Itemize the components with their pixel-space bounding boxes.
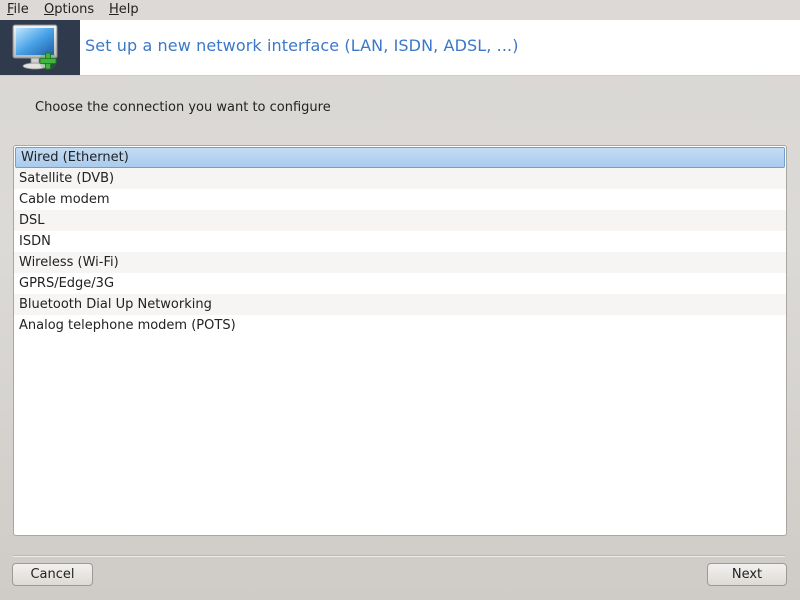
list-item-gprs-edge-3g[interactable]: GPRS/Edge/3G <box>14 273 786 294</box>
list-item-analog-modem[interactable]: Analog telephone modem (POTS) <box>14 315 786 336</box>
menu-file[interactable]: File <box>7 1 29 19</box>
menu-file-label: ile <box>13 2 29 17</box>
list-item-wired-ethernet[interactable]: Wired (Ethernet) <box>15 147 785 168</box>
menu-help[interactable]: Help <box>109 1 139 19</box>
list-item-bluetooth-dun[interactable]: Bluetooth Dial Up Networking <box>14 294 786 315</box>
menu-help-label: elp <box>118 2 139 17</box>
footer-separator <box>13 555 785 557</box>
list-item-satellite-dvb[interactable]: Satellite (DVB) <box>14 168 786 189</box>
menu-options-label: ptions <box>54 2 95 17</box>
list-item-dsl[interactable]: DSL <box>14 210 786 231</box>
network-monitor-add-icon <box>12 24 58 70</box>
list-item-cable-modem[interactable]: Cable modem <box>14 189 786 210</box>
list-item-isdn[interactable]: ISDN <box>14 231 786 252</box>
header-banner: Set up a new network interface (LAN, ISD… <box>0 20 800 76</box>
page-title: Set up a new network interface (LAN, ISD… <box>85 36 519 55</box>
next-button[interactable]: Next <box>707 563 787 586</box>
cancel-button[interactable]: Cancel <box>12 563 93 586</box>
menu-options-mnemonic: O <box>44 2 55 17</box>
connection-type-list[interactable]: Wired (Ethernet) Satellite (DVB) Cable m… <box>13 145 787 536</box>
instruction-label: Choose the connection you want to config… <box>35 100 331 115</box>
list-item-wireless-wifi[interactable]: Wireless (Wi-Fi) <box>14 252 786 273</box>
menu-help-mnemonic: H <box>109 2 119 17</box>
banner-icon-container <box>0 20 80 75</box>
menu-bar: File Options Help <box>0 0 800 20</box>
menu-options[interactable]: Options <box>44 1 94 19</box>
